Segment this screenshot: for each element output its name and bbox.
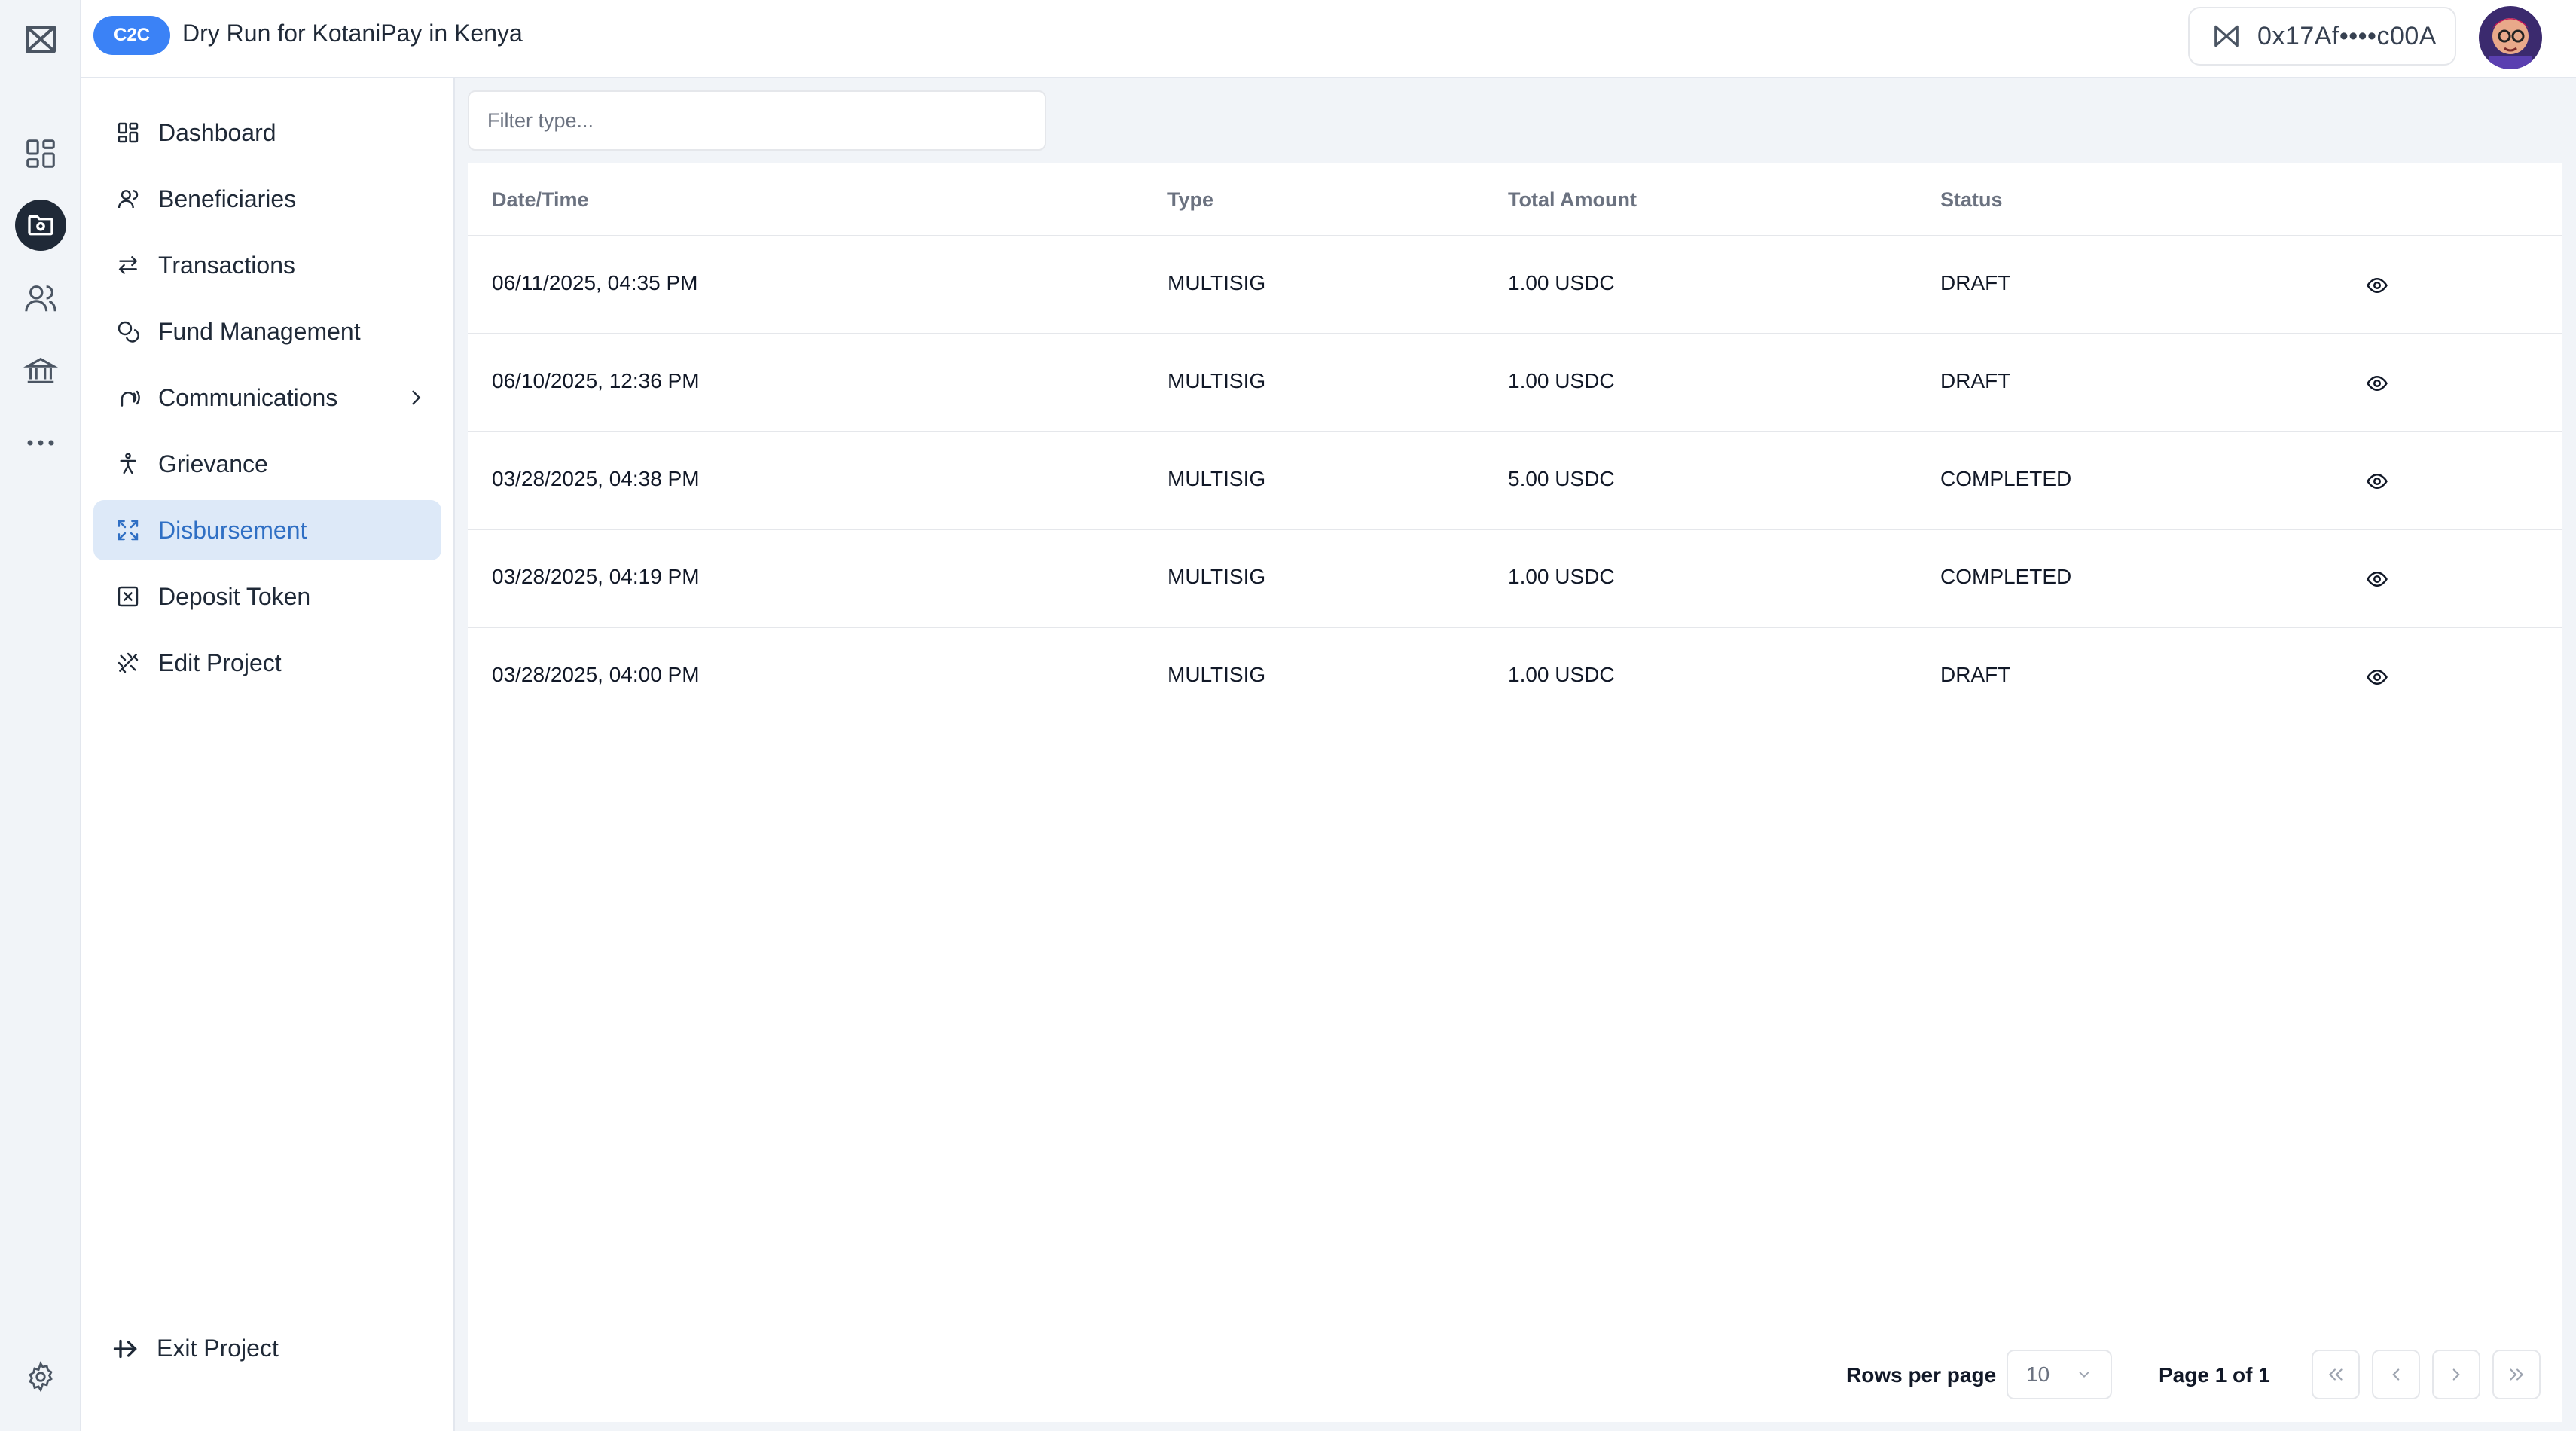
project-sidebar: Dashboard Beneficiaries Transactions Fun…: [81, 78, 455, 1431]
cell-status: COMPLETED: [1940, 467, 2072, 490]
cell-status: COMPLETED: [1940, 565, 2072, 588]
chevron-down-icon: [2076, 1366, 2092, 1383]
token-icon: [116, 584, 140, 609]
view-eye-icon[interactable]: [2366, 372, 2388, 395]
filter-type-input[interactable]: [468, 90, 1046, 151]
sidebar-item-label: Communications: [158, 383, 338, 411]
view-eye-icon[interactable]: [2366, 470, 2388, 493]
first-page-button[interactable]: [2312, 1350, 2360, 1399]
cell-type: MULTISIG: [1167, 663, 1266, 686]
sidebar-item-transactions[interactable]: Transactions: [93, 235, 441, 295]
sidebar-item-label: Deposit Token: [158, 582, 311, 610]
cell-status: DRAFT: [1940, 271, 2011, 294]
exit-project-button[interactable]: Exit Project: [111, 1335, 279, 1362]
sidebar-item-label: Dashboard: [158, 118, 276, 146]
table-row[interactable]: 03/28/2025, 04:00 PM MULTISIG 1.00 USDC …: [468, 628, 2562, 726]
edit-project-icon: [116, 651, 140, 675]
cell-date: 03/28/2025, 04:00 PM: [492, 663, 700, 686]
table-row[interactable]: 03/28/2025, 04:38 PM MULTISIG 5.00 USDC …: [468, 432, 2562, 530]
sidebar-item-label: Disbursement: [158, 516, 307, 544]
disbursement-table: Date/Time Type Total Amount Status 06/11…: [468, 163, 2562, 726]
broadcast-icon: [116, 386, 140, 410]
person-icon: [116, 452, 140, 476]
bank-icon[interactable]: [15, 345, 66, 396]
more-icon[interactable]: [15, 417, 66, 468]
exit-icon: [111, 1335, 139, 1362]
cell-amount: 1.00 USDC: [1508, 663, 1615, 686]
chevron-right-icon: [405, 387, 426, 408]
cell-type: MULTISIG: [1167, 565, 1266, 588]
avatar[interactable]: [2479, 6, 2542, 69]
project-type-badge: C2C: [93, 16, 170, 55]
table-row[interactable]: 06/10/2025, 12:36 PM MULTISIG 1.00 USDC …: [468, 334, 2562, 432]
cell-amount: 5.00 USDC: [1508, 467, 1615, 490]
column-header-amount[interactable]: Total Amount: [1508, 188, 1637, 212]
logo-icon[interactable]: [15, 14, 66, 65]
previous-page-button[interactable]: [2372, 1350, 2420, 1399]
column-header-status[interactable]: Status: [1940, 188, 2003, 212]
view-eye-icon[interactable]: [2366, 568, 2388, 590]
wallet-address: 0x17Af••••c00A: [2257, 21, 2437, 50]
page-info: Page 1 of 1: [2159, 1363, 2270, 1387]
exit-project-label: Exit Project: [157, 1335, 279, 1362]
user-icon: [116, 187, 140, 211]
settings-icon[interactable]: [15, 1351, 66, 1402]
sidebar-item-disbursement[interactable]: Disbursement: [93, 500, 441, 560]
sidebar-item-deposit-token[interactable]: Deposit Token: [93, 566, 441, 627]
cell-type: MULTISIG: [1167, 369, 1266, 392]
cell-date: 03/28/2025, 04:38 PM: [492, 467, 700, 490]
column-header-date[interactable]: Date/Time: [492, 188, 589, 212]
rows-per-page-value: 10: [2026, 1362, 2050, 1386]
coins-icon: [116, 319, 140, 343]
wallet-button[interactable]: 0x17Af••••c00A: [2188, 7, 2456, 66]
chevron-right-icon: [2446, 1365, 2466, 1384]
sidebar-item-grievance[interactable]: Grievance: [93, 434, 441, 494]
last-page-button[interactable]: [2492, 1350, 2541, 1399]
grid-icon[interactable]: [15, 128, 66, 179]
cell-amount: 1.00 USDC: [1508, 271, 1615, 294]
cell-date: 06/11/2025, 04:35 PM: [492, 271, 698, 294]
table-row[interactable]: 03/28/2025, 04:19 PM MULTISIG 1.00 USDC …: [468, 530, 2562, 628]
sidebar-item-label: Grievance: [158, 450, 268, 478]
sidebar-item-beneficiaries[interactable]: Beneficiaries: [93, 169, 441, 229]
users-icon[interactable]: [15, 273, 66, 324]
chevron-left-icon: [2386, 1365, 2406, 1384]
dashboard-icon: [116, 121, 140, 145]
icon-rail: [0, 0, 81, 1431]
chevrons-right-icon: [2507, 1365, 2526, 1384]
table-row[interactable]: 06/11/2025, 04:35 PM MULTISIG 1.00 USDC …: [468, 236, 2562, 334]
sidebar-item-label: Beneficiaries: [158, 185, 297, 212]
cell-status: DRAFT: [1940, 663, 2011, 686]
table-header: Date/Time Type Total Amount Status: [468, 163, 2562, 236]
rows-per-page-select[interactable]: 10: [2007, 1350, 2112, 1399]
project-title: Dry Run for KotaniPay in Kenya: [182, 20, 523, 47]
cell-type: MULTISIG: [1167, 271, 1266, 294]
wallet-logo-icon: [2212, 22, 2241, 50]
view-eye-icon[interactable]: [2366, 274, 2388, 297]
sidebar-item-edit-project[interactable]: Edit Project: [93, 633, 441, 693]
rows-per-page-label: Rows per page: [1846, 1363, 1997, 1387]
top-bar: C2C Dry Run for KotaniPay in Kenya 0x17A…: [81, 0, 2576, 78]
sidebar-item-dashboard[interactable]: Dashboard: [93, 102, 441, 163]
column-header-type[interactable]: Type: [1167, 188, 1213, 212]
disbursement-table-panel: Date/Time Type Total Amount Status 06/11…: [468, 163, 2562, 1422]
cell-date: 06/10/2025, 12:36 PM: [492, 369, 700, 392]
sidebar-item-fund-management[interactable]: Fund Management: [93, 301, 441, 362]
chevrons-left-icon: [2326, 1365, 2346, 1384]
expand-icon: [116, 518, 140, 542]
next-page-button[interactable]: [2432, 1350, 2480, 1399]
sidebar-item-label: Edit Project: [158, 648, 282, 676]
sidebar-item-label: Transactions: [158, 251, 295, 279]
sidebar-item-label: Fund Management: [158, 317, 361, 345]
cell-status: DRAFT: [1940, 369, 2011, 392]
transfer-icon: [116, 253, 140, 277]
folder-icon[interactable]: [15, 200, 66, 251]
cell-date: 03/28/2025, 04:19 PM: [492, 565, 700, 588]
cell-type: MULTISIG: [1167, 467, 1266, 490]
view-eye-icon[interactable]: [2366, 666, 2388, 688]
cell-amount: 1.00 USDC: [1508, 565, 1615, 588]
cell-amount: 1.00 USDC: [1508, 369, 1615, 392]
sidebar-item-communications[interactable]: Communications: [93, 368, 441, 428]
